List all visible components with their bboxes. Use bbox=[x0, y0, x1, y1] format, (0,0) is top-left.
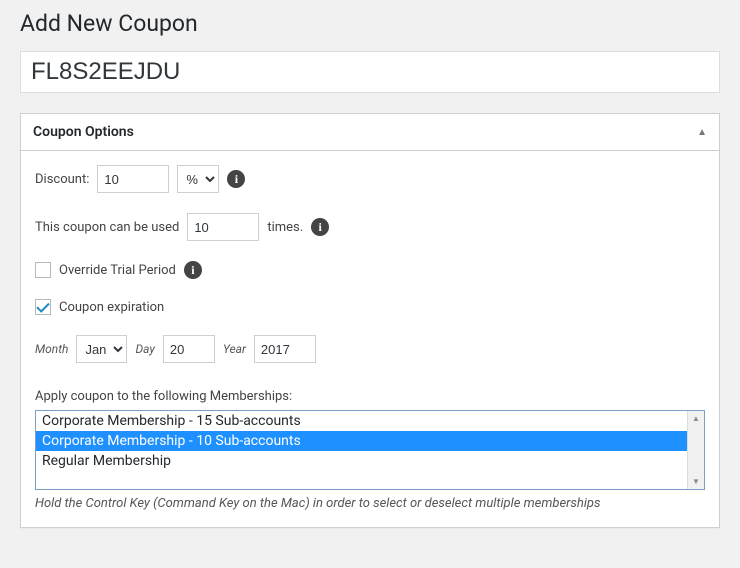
scrollbar[interactable]: ▲ ▼ bbox=[687, 411, 704, 489]
info-icon[interactable]: i bbox=[227, 170, 245, 188]
year-label: Year bbox=[223, 342, 246, 356]
memberships-label: Apply coupon to the following Membership… bbox=[35, 389, 705, 404]
month-label: Month bbox=[35, 342, 68, 356]
memberships-hint: Hold the Control Key (Command Key on the… bbox=[35, 496, 705, 511]
discount-label: Discount: bbox=[35, 172, 89, 187]
collapse-icon[interactable]: ▲ bbox=[697, 127, 707, 138]
info-icon[interactable]: i bbox=[311, 218, 329, 236]
discount-row: Discount: % i bbox=[35, 165, 705, 193]
coupon-options-panel: Coupon Options ▲ Discount: % i This coup… bbox=[20, 113, 720, 528]
panel-header[interactable]: Coupon Options ▲ bbox=[21, 114, 719, 151]
discount-value-input[interactable] bbox=[97, 165, 169, 193]
override-trial-checkbox[interactable] bbox=[35, 262, 51, 278]
expiration-label: Coupon expiration bbox=[59, 300, 164, 315]
scroll-up-icon[interactable]: ▲ bbox=[692, 411, 700, 426]
day-input[interactable] bbox=[163, 335, 215, 363]
uses-input[interactable] bbox=[187, 213, 259, 241]
uses-label-after: times. bbox=[267, 220, 303, 235]
uses-row: This coupon can be used times. i bbox=[35, 213, 705, 241]
day-label: Day bbox=[135, 342, 154, 356]
discount-unit-select[interactable]: % bbox=[177, 165, 219, 193]
list-item[interactable]: Corporate Membership - 10 Sub-accounts bbox=[36, 431, 687, 451]
list-item[interactable]: Regular Membership bbox=[36, 451, 687, 471]
memberships-multiselect[interactable]: Corporate Membership - 15 Sub-accounts C… bbox=[35, 410, 705, 490]
memberships-section: Apply coupon to the following Membership… bbox=[35, 389, 705, 511]
year-input[interactable] bbox=[254, 335, 316, 363]
uses-label-before: This coupon can be used bbox=[35, 220, 179, 235]
expiration-checkbox[interactable] bbox=[35, 299, 51, 315]
scroll-down-icon[interactable]: ▼ bbox=[692, 474, 700, 489]
override-trial-label: Override Trial Period bbox=[59, 263, 176, 278]
list-item[interactable]: Corporate Membership - 15 Sub-accounts bbox=[36, 411, 687, 431]
date-row: Month Jan Day Year bbox=[35, 335, 705, 363]
expiration-row: Coupon expiration bbox=[35, 299, 705, 315]
panel-title: Coupon Options bbox=[33, 124, 134, 140]
coupon-code-input[interactable] bbox=[20, 51, 720, 93]
info-icon[interactable]: i bbox=[184, 261, 202, 279]
override-trial-row: Override Trial Period i bbox=[35, 261, 705, 279]
page-title: Add New Coupon bbox=[20, 10, 720, 37]
month-select[interactable]: Jan bbox=[76, 335, 127, 363]
